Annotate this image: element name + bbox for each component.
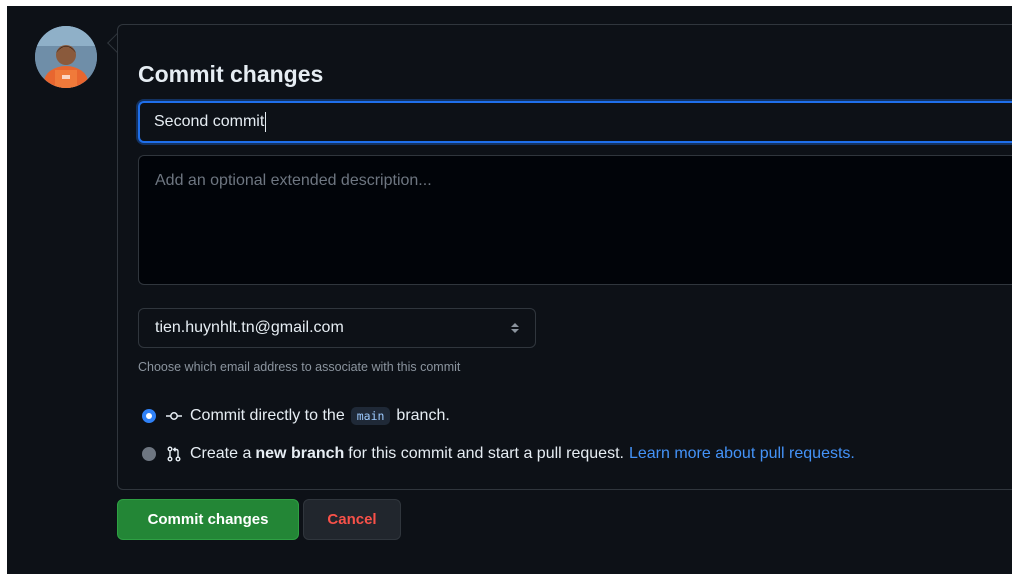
page-title: Commit changes xyxy=(138,61,324,87)
git-pull-request-icon xyxy=(166,446,182,462)
cancel-button[interactable]: Cancel xyxy=(303,499,401,540)
commit-summary-value: Second commit xyxy=(154,113,265,130)
commit-direct-option[interactable]: Commit directly to the main branch. xyxy=(142,407,450,425)
commit-panel: Commit changes Second commit Add an opti… xyxy=(7,6,1012,574)
new-branch-emphasis: new branch xyxy=(255,445,345,462)
select-arrows-icon xyxy=(511,323,519,333)
commit-description-placeholder: Add an optional extended description... xyxy=(155,172,432,189)
new-branch-suffix: for this commit and start a pull request… xyxy=(348,445,624,462)
commit-card: Commit changes Second commit Add an opti… xyxy=(117,24,1012,490)
email-help-text: Choose which email address to associate … xyxy=(138,360,461,374)
email-select[interactable]: tien.huynhlt.tn@gmail.com xyxy=(138,308,536,348)
commit-description-textarea[interactable]: Add an optional extended description... xyxy=(138,155,1012,285)
new-branch-prefix: Create a xyxy=(190,445,252,462)
text-caret xyxy=(265,112,267,132)
git-commit-icon xyxy=(166,408,182,424)
email-select-value: tien.huynhlt.tn@gmail.com xyxy=(155,319,344,336)
commit-direct-prefix: Commit directly to the xyxy=(190,407,345,424)
commit-direct-radio[interactable] xyxy=(142,409,156,423)
new-branch-radio[interactable] xyxy=(142,447,156,461)
commit-direct-suffix: branch. xyxy=(396,407,450,424)
commit-changes-button[interactable]: Commit changes xyxy=(117,499,299,540)
commit-summary-input[interactable]: Second commit xyxy=(138,101,1012,143)
pull-request-help-link[interactable]: Learn more about pull requests. xyxy=(629,445,855,463)
avatar[interactable] xyxy=(35,26,97,88)
branch-name: main xyxy=(350,407,391,425)
new-branch-option[interactable]: Create a new branch for this commit and … xyxy=(142,445,855,463)
